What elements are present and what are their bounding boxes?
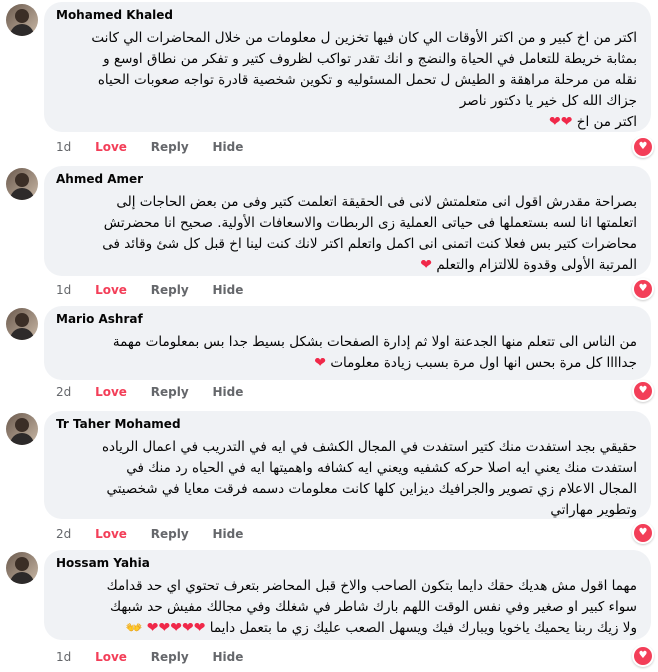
comment-text: حقيقي بجد استفدت منك كتير استفدت في المج… xyxy=(56,437,637,521)
reply-button[interactable]: Reply xyxy=(151,140,189,154)
comment-actions: 1d Love Reply Hide xyxy=(56,650,263,664)
comment-line: اكتر من اخ كبير و من اكتر الأوقات الي كا… xyxy=(91,30,637,46)
comment-line: اكتر من اخ ❤❤ xyxy=(548,114,637,130)
love-button[interactable]: Love xyxy=(95,527,127,541)
avatar[interactable] xyxy=(6,168,38,200)
comment-line: اتعلمتها انا لسه بستعملها فى حياتى العمل… xyxy=(103,215,637,231)
comment-line: ولا زيك ربنا يحميك ياخويا ويبارك فيك ويس… xyxy=(125,620,637,636)
heart-reaction-icon[interactable]: ♥ xyxy=(632,278,654,300)
love-button[interactable]: Love xyxy=(95,283,127,297)
avatar[interactable] xyxy=(6,308,38,340)
comment-bubble: Ahmed Amer بصراحة مقدرش اقول انى متعلمتش… xyxy=(44,166,651,276)
avatar[interactable] xyxy=(6,552,38,584)
comment-author[interactable]: Mohamed Khaled xyxy=(56,8,173,22)
comment-line: حقيقي بجد استفدت منك كتير استفدت في المج… xyxy=(101,439,637,455)
comment-bubble: Mario Ashraf من الناس الى تتعلم منها الج… xyxy=(44,306,651,380)
comment-actions: 2d Love Reply Hide xyxy=(56,385,263,399)
comment-text: اكتر من اخ كبير و من اكتر الأوقات الي كا… xyxy=(56,28,637,133)
comment-line: نقله من مرحلة مراهقة و الطيش ل تحمل المس… xyxy=(97,72,637,88)
comment-text: بصراحة مقدرش اقول انى متعلمتش لانى فى ال… xyxy=(56,192,637,276)
comment-time[interactable]: 1d xyxy=(56,140,71,154)
comment-actions: 2d Love Reply Hide xyxy=(56,527,263,541)
comment-time[interactable]: 1d xyxy=(56,650,71,664)
comment-line: بمثابة خريطة للتعامل في الحياة والنضج و … xyxy=(103,51,637,67)
love-button[interactable]: Love xyxy=(95,140,127,154)
heart-reaction-icon[interactable]: ♥ xyxy=(632,136,654,158)
hide-button[interactable]: Hide xyxy=(213,650,244,664)
comment-line: مهما اقول مش هديك حقك دايما بتكون الصاحب… xyxy=(106,578,637,594)
comment-line: من الناس الى تتعلم منها الجدعنة اولا ثم … xyxy=(112,334,637,350)
hide-button[interactable]: Hide xyxy=(213,140,244,154)
heart-reaction-icon[interactable]: ♥ xyxy=(632,522,654,544)
comment-line: سواء كبير او صغير وفي نفس الوقت اللهم با… xyxy=(110,599,637,615)
comment-author[interactable]: Mario Ashraf xyxy=(56,312,143,326)
hide-button[interactable]: Hide xyxy=(213,527,244,541)
comment-time[interactable]: 1d xyxy=(56,283,71,297)
hide-button[interactable]: Hide xyxy=(213,385,244,399)
heart-reaction-icon[interactable]: ♥ xyxy=(632,380,654,402)
love-button[interactable]: Love xyxy=(95,650,127,664)
comment-bubble: Mohamed Khaled اكتر من اخ كبير و من اكتر… xyxy=(44,2,651,132)
comment-actions: 1d Love Reply Hide xyxy=(56,140,263,154)
comment-text: من الناس الى تتعلم منها الجدعنة اولا ثم … xyxy=(56,332,637,374)
comment-line: جزاك الله كل خير يا دكتور ناصر xyxy=(459,93,637,109)
reply-button[interactable]: Reply xyxy=(151,283,189,297)
comment-author[interactable]: Hossam Yahia xyxy=(56,556,150,570)
comment-actions: 1d Love Reply Hide xyxy=(56,283,263,297)
avatar[interactable] xyxy=(6,413,38,445)
comment-text: مهما اقول مش هديك حقك دايما بتكون الصاحب… xyxy=(56,576,637,639)
comment-time[interactable]: 2d xyxy=(56,385,71,399)
avatar[interactable] xyxy=(6,4,38,36)
reply-button[interactable]: Reply xyxy=(151,385,189,399)
comment-line: المجال الاعلام زي تصوير والجرافيك ديزاين… xyxy=(106,481,637,497)
comment-bubble: Tr Taher Mohamed حقيقي بجد استفدت منك كت… xyxy=(44,411,651,519)
hide-button[interactable]: Hide xyxy=(213,283,244,297)
comment-author[interactable]: Tr Taher Mohamed xyxy=(56,417,181,431)
love-button[interactable]: Love xyxy=(95,385,127,399)
comment-line: استفدت منك يعني ايه اصلا حركه كشفيه ويعن… xyxy=(126,460,637,476)
comment-bubble: Hossam Yahia مهما اقول مش هديك حقك دايما… xyxy=(44,550,651,640)
heart-reaction-icon[interactable]: ♥ xyxy=(632,645,654,667)
comment-time[interactable]: 2d xyxy=(56,527,71,541)
comment-author[interactable]: Ahmed Amer xyxy=(56,172,143,186)
comment-line: جداااا كل مرة بحس انها اول مرة بسبب زياد… xyxy=(314,355,637,371)
comment-line: بصراحة مقدرش اقول انى متعلمتش لانى فى ال… xyxy=(116,194,637,210)
reply-button[interactable]: Reply xyxy=(151,650,189,664)
comment-line: وتطوير مهاراتي xyxy=(550,502,637,518)
reply-button[interactable]: Reply xyxy=(151,527,189,541)
comment-line: محاضرات كتير بس فعلا كنت اتمنى انى اكمل … xyxy=(102,236,637,252)
comment-line: المرتبة الأولى وقدوة للالتزام والتعلم ❤ xyxy=(420,257,637,273)
